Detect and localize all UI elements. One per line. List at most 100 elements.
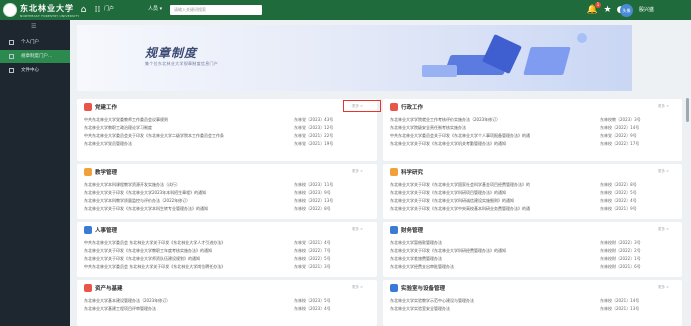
document-title: 东北林业大学实验室安全管理办法 xyxy=(390,306,450,311)
banner-illustration-dot xyxy=(577,33,587,43)
sidebar-item-personal-portal[interactable]: 个人门户 xyxy=(0,36,70,49)
person-icon xyxy=(84,226,92,234)
banner-illustration-block xyxy=(422,65,457,77)
document-title: 东北林业大学关于印发《东北林业大学中央高校基本科研业务费管理办法》的通知 xyxy=(390,206,530,211)
document-title: 东北林业大学院级安全责任制考核实施办法 xyxy=(390,125,466,130)
home-icon[interactable]: ⌂ xyxy=(78,4,89,15)
notification-badge: 1 xyxy=(595,2,601,8)
document-title: 东北林业大学关于印发《东北林业大学科研经费管理办法》的通知 xyxy=(390,248,506,253)
star-icon[interactable]: ★ xyxy=(602,4,613,15)
document-number: 东林党〔2021〕4号 xyxy=(294,240,331,245)
document-title: 东北林业大学基建工程项目评审管理办法 xyxy=(84,306,156,311)
document-number: 东林党〔2021〕19号 xyxy=(294,141,334,146)
panel-title: 资产与基建 xyxy=(95,286,123,292)
document-title: 东北林业大学基本建设管理办法（2023年修订） xyxy=(84,298,171,303)
university-logo[interactable]: 东北林业大学 NORTHEAST FORESTRY UNIVERSITY xyxy=(3,2,79,18)
panel-research: 科学研究 更多 > 东北林业大学关于印发《东北林业大学国家社会科学基金项目经费管… xyxy=(383,164,682,219)
sidebar-item-regulations-portal[interactable]: 规章制度门户... xyxy=(0,50,70,63)
page-scrollbar[interactable] xyxy=(686,22,690,322)
document-title: 东北林业大学差旅费管理办法 xyxy=(390,256,442,261)
document-title: 东北林业大学关于印发《东北林业大学科研诚信建设实施细则》的通知 xyxy=(390,198,514,203)
panel-title: 财务管理 xyxy=(401,228,424,234)
panel-header: 人事管理 更多 > xyxy=(77,222,377,236)
search-scope-label: 人员 xyxy=(148,6,159,12)
document-number: 东林校〔2023〕5号 xyxy=(294,298,331,303)
document-title: 东北林业大学关于印发《东北林业大学科研项目管理办法》的通知 xyxy=(390,190,506,195)
more-link[interactable]: 更多 > xyxy=(352,285,363,290)
logo-subtitle: NORTHEAST FORESTRY UNIVERSITY xyxy=(20,13,80,18)
search-scope-select[interactable]: 人员 ▾ xyxy=(148,5,162,12)
document-title: 东北林业大学本科课程教学资源开发实施办法（试行） xyxy=(84,182,180,187)
more-link[interactable]: 更多 > xyxy=(658,104,669,109)
more-link[interactable]: 更多 > xyxy=(658,285,669,290)
highlight-box xyxy=(343,100,381,112)
document-title: 中共东北林业大学党委教师工作委员会议事规则 xyxy=(84,117,168,122)
sidebar-item-label: 规章制度门户... xyxy=(21,54,53,59)
search-input[interactable]: 请输入关键词搜索 xyxy=(170,5,262,15)
document-title: 东北林业大学关于印发《东北林业大学国家社会科学基金项目经费管理办法》的通知 xyxy=(390,182,530,187)
document-number: 东林校〔2021〕13号 xyxy=(600,306,640,311)
panel-title: 行政工作 xyxy=(401,105,424,111)
document-number: 东林校〔2022〕4号 xyxy=(600,198,637,203)
document-title: 东北林业大学经费支出审批管理办法 xyxy=(390,264,454,269)
document-number: 东林校〔2022〕17号 xyxy=(600,141,640,146)
document-number: 东林校〔2023〕4号 xyxy=(294,306,331,311)
panel-header: 行政工作 更多 > xyxy=(383,99,682,113)
document-number: 东林校〔2022〕8号 xyxy=(294,206,331,211)
document-title: 东北林业大学关于印发《东北林业大学2023年本科招生章程》的通知 xyxy=(84,190,207,195)
document-number: 东林校〔2022〕14号 xyxy=(600,125,640,130)
document-number: 东林校〔2021〕9号 xyxy=(600,206,637,211)
document-number: 东林校财〔2022〕1号 xyxy=(600,256,641,261)
more-link[interactable]: 更多 > xyxy=(352,227,363,232)
building-icon xyxy=(390,103,398,111)
document-icon xyxy=(9,54,14,59)
panel-header: 资产与基建 更多 > xyxy=(77,280,377,294)
document-title: 东北林业大学党员管理办法 xyxy=(84,141,132,146)
document-title: 东北林业大学本科教学质量监控与评价办法（2022年修订） xyxy=(84,198,191,203)
panel-title: 党建工作 xyxy=(95,105,118,111)
panel-lab-equipment: 实验室与设备管理 更多 > 东北林业大学实验教学示范中心建设与管理办法 东林校〔2… xyxy=(383,280,682,326)
document-title: 东北林业大学学院就业工作考核评价实施办法（2023年修订） xyxy=(390,117,501,122)
panel-header: 科学研究 更多 > xyxy=(383,164,682,178)
document-number: 东林党〔2021〕22号 xyxy=(294,133,334,138)
sidebar-item-label: 文件中心 xyxy=(21,68,39,73)
panel-administration: 行政工作 更多 > 东北林业大学学院就业工作考核评价实施办法（2023年修订） 东… xyxy=(383,99,682,161)
more-link[interactable]: 更多 > xyxy=(658,169,669,174)
sidebar-item-file-center[interactable]: 文件中心 xyxy=(0,64,70,77)
top-bar: 东北林业大学 NORTHEAST FORESTRY UNIVERSITY ⌂ ⁞… xyxy=(0,0,691,20)
document-title: 东北林业大学暂借款管理办法 xyxy=(390,240,442,245)
sidebar: ☰ 个人门户 规章制度门户... 文件中心 xyxy=(0,20,70,326)
document-number: 东林校〔2023〕9号 xyxy=(294,190,331,195)
document-number: 东林党〔2021〕3号 xyxy=(294,264,331,269)
logo-text: 东北林业大学 xyxy=(20,2,74,13)
document-title: 中共东北林业大学委员会关于印发《东北林业大学二级学院本工作委员会工作条例（试行）… xyxy=(84,133,224,138)
document-number: 东林党〔2023〕12号 xyxy=(294,125,334,130)
flag-icon xyxy=(84,103,92,111)
banner-subtitle: 集个位东北林业大学规章制度信息门户 xyxy=(145,61,219,66)
document-number: 东林校〔2023〕11号 xyxy=(294,182,334,187)
banner: 规章制度 集个位东北林业大学规章制度信息门户 xyxy=(77,25,632,91)
document-number: 东林校〔2022〕8号 xyxy=(600,182,637,187)
document-number: 东林校〔2022〕5号 xyxy=(600,190,637,195)
document-title: 东北林业大学实验教学示范中心建设与管理办法 xyxy=(390,298,474,303)
folder-icon xyxy=(9,68,14,73)
panel-teaching: 教学管理 更多 > 东北林业大学本科课程教学资源开发实施办法（试行） 东林校〔20… xyxy=(77,164,377,219)
scrollbar-thumb[interactable] xyxy=(686,98,689,122)
panel-title: 科学研究 xyxy=(401,170,424,176)
panel-header: 财务管理 更多 > xyxy=(383,222,682,236)
avatar[interactable]: 头像 xyxy=(620,4,633,17)
panel-finance: 财务管理 更多 > 东北林业大学暂借款管理办法 东林校财〔2022〕3号 东北林业… xyxy=(383,222,682,277)
document-number: 东林校财〔2022〕2号 xyxy=(600,248,641,253)
grid-icon[interactable]: ⁞⁞ xyxy=(92,4,103,15)
menu-collapse-icon[interactable]: ☰ xyxy=(31,23,36,30)
more-link[interactable]: 更多 > xyxy=(658,227,669,232)
user-name[interactable]: 殷兴盛 xyxy=(639,6,654,13)
tab-portal[interactable]: 门户 xyxy=(104,5,114,12)
chevron-down-icon: ▾ xyxy=(159,6,163,12)
panel-title: 教学管理 xyxy=(95,170,118,176)
more-link[interactable]: 更多 > xyxy=(352,169,363,174)
document-number: 东林校〔2021〕14号 xyxy=(600,298,640,303)
document-number: 东林校〔2022〕13号 xyxy=(294,198,334,203)
microscope-icon xyxy=(390,284,398,292)
bell-icon[interactable]: 🔔 1 xyxy=(587,2,601,15)
